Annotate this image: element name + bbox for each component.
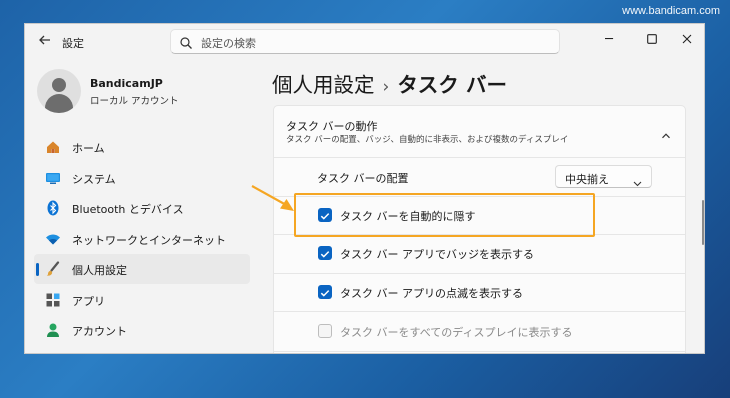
sidebar-item-label: ネットワークとインターネット (72, 233, 226, 247)
avatar-head-shape (52, 78, 66, 92)
page-title: タスク バー (397, 73, 507, 97)
divider (274, 311, 685, 312)
active-indicator (36, 263, 39, 276)
breadcrumb-separator: › (382, 77, 390, 97)
show-badges-checkbox[interactable] (318, 246, 332, 260)
checkmark-icon (320, 290, 330, 297)
sidebar-item-bluetooth[interactable]: Bluetooth とデバイス (34, 193, 250, 223)
sidebar-item-network[interactable]: ネットワークとインターネット (34, 224, 250, 254)
section-title: タスク バーの動作 (286, 120, 378, 133)
sidebar-item-label: アカウント (72, 325, 127, 338)
sidebar-item-accounts[interactable]: アカウント (34, 315, 250, 345)
user-account-type: ローカル アカウント (90, 96, 179, 107)
alignment-label: タスク バーの配置 (317, 172, 409, 185)
alignment-value: 中央揃え (565, 173, 609, 186)
system-icon (45, 170, 61, 186)
sidebar-item-apps[interactable]: アプリ (34, 285, 250, 315)
wifi-icon (45, 231, 61, 247)
breadcrumb: 個人用設定 › タスク バー (272, 68, 507, 98)
settings-window: 設定 設定の検索 ─ BandicamJP ローカル アカウント ホーム システ… (24, 23, 705, 354)
sidebar-nav: ホーム システム Bluetooth とデバイス ネットワークとインターネット (34, 132, 250, 346)
avatar[interactable] (37, 69, 81, 113)
sidebar-item-personalization[interactable]: 個人用設定 (34, 254, 250, 284)
search-box[interactable]: 設定の検索 (170, 29, 560, 54)
account-icon (45, 322, 61, 338)
brush-icon (45, 261, 61, 277)
sidebar-item-label: Bluetooth とデバイス (72, 203, 184, 216)
user-name: BandicamJP (90, 77, 163, 90)
checkmark-icon (320, 251, 330, 258)
sidebar-item-label: ホーム (72, 142, 105, 155)
alignment-dropdown[interactable]: 中央揃え (555, 165, 652, 188)
back-arrow-icon[interactable] (38, 33, 52, 47)
close-icon (682, 34, 692, 44)
home-icon (45, 139, 61, 155)
search-input[interactable]: 設定の検索 (201, 35, 256, 51)
sidebar-item-label: システム (72, 172, 116, 186)
annotation-highlight-box (294, 193, 595, 237)
show-flashing-checkbox[interactable] (318, 285, 332, 299)
show-badges-label[interactable]: タスク バー アプリでバッジを表示する (340, 246, 534, 262)
maximize-icon (647, 34, 657, 44)
maximize-button[interactable] (635, 28, 669, 50)
close-button[interactable] (670, 28, 704, 50)
search-icon (179, 35, 193, 49)
sidebar-item-label: アプリ (72, 294, 105, 308)
show-flashing-label[interactable]: タスク バー アプリの点滅を表示する (340, 285, 523, 301)
sidebar-item-system[interactable]: システム (34, 163, 250, 193)
bluetooth-icon (45, 200, 61, 216)
avatar-body-shape (45, 94, 73, 113)
bandicam-watermark: www.bandicam.com (622, 5, 720, 17)
chevron-down-icon (633, 173, 642, 187)
section-description: タスク バーの配置、バッジ、自動的に非表示、および複数のディスプレイ (286, 135, 569, 145)
breadcrumb-parent[interactable]: 個人用設定 (272, 73, 375, 97)
all-displays-checkbox (318, 324, 332, 338)
divider (274, 273, 685, 274)
annotation-arrow-icon (251, 185, 294, 211)
sidebar-item-home[interactable]: ホーム (34, 132, 250, 162)
all-displays-label: タスク バーをすべてのディスプレイに表示する (340, 326, 573, 339)
sidebar-item-label: 個人用設定 (72, 264, 127, 277)
chevron-up-icon[interactable] (661, 126, 671, 139)
scrollbar[interactable] (702, 200, 704, 245)
app-title: 設定 (62, 37, 84, 50)
divider (274, 351, 685, 352)
divider (274, 157, 685, 158)
minimize-button[interactable]: ─ (592, 28, 626, 50)
apps-icon (45, 292, 61, 308)
